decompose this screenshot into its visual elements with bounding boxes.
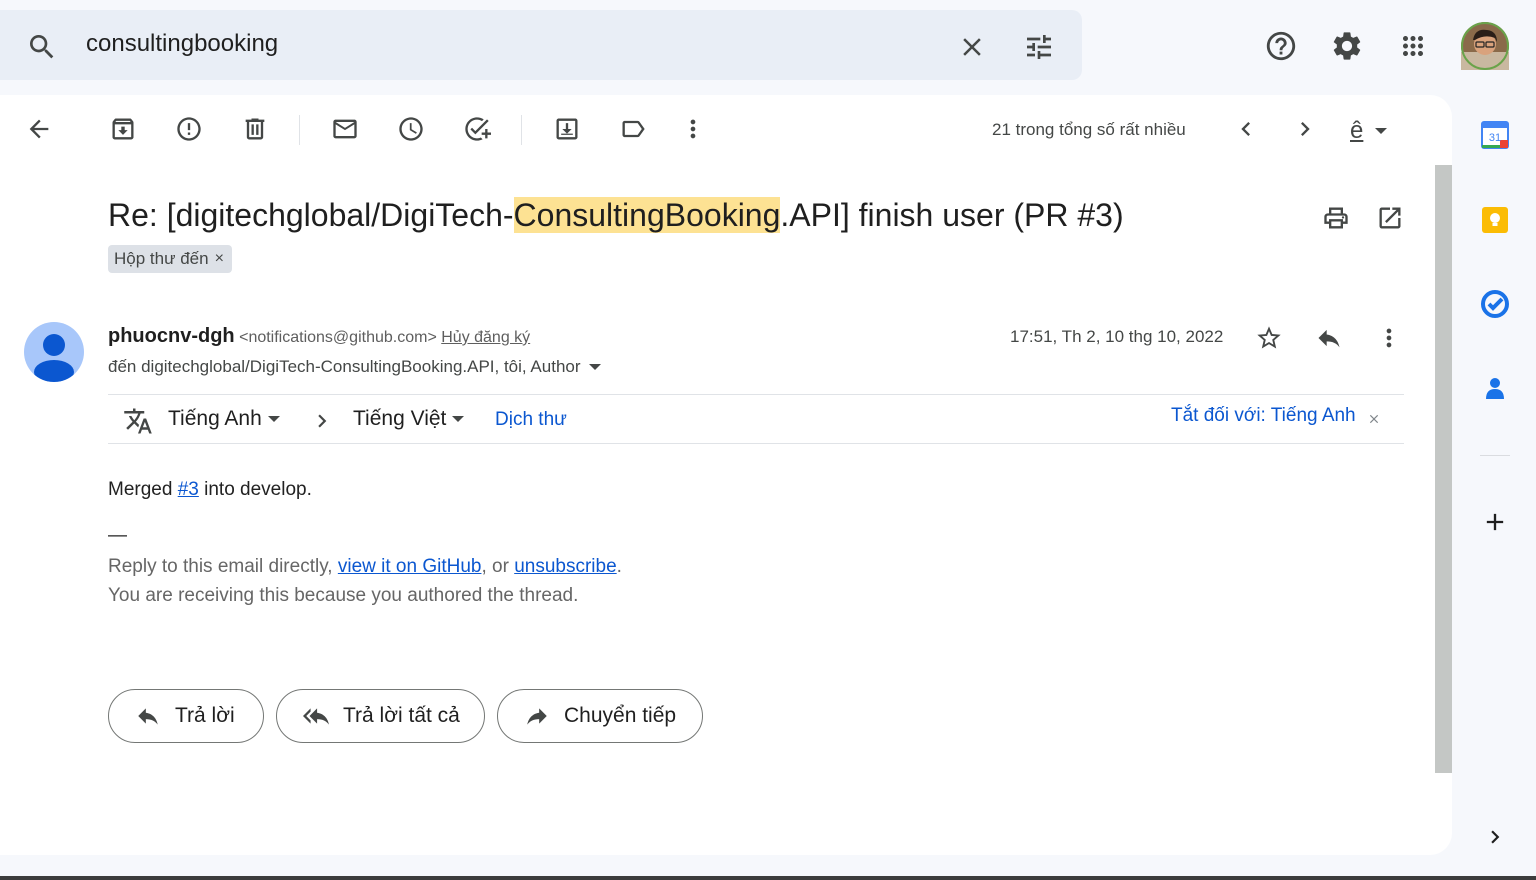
source-language-label: Tiếng Anh	[168, 407, 262, 430]
newer-chevron-left-icon[interactable]	[1230, 113, 1262, 145]
settings-gear-icon[interactable]	[1323, 22, 1371, 70]
subject-prefix: Re: [digitechglobal/DigiTech-	[108, 197, 514, 233]
target-language-select[interactable]: Tiếng Việt	[353, 407, 465, 431]
show-details-caret-icon[interactable]	[588, 363, 601, 371]
snooze-clock-icon[interactable]	[395, 113, 427, 145]
toolbar-divider	[299, 115, 300, 145]
reply-all-button[interactable]: Trả lời tất cả	[276, 689, 485, 743]
apps-grid-icon[interactable]	[1389, 22, 1437, 70]
label-tag-icon[interactable]	[617, 113, 649, 145]
forward-label: Chuyển tiếp	[564, 704, 677, 727]
older-chevron-right-icon[interactable]	[1289, 113, 1321, 145]
reply-icon[interactable]	[1314, 323, 1344, 353]
subject-highlight: ConsultingBooking	[513, 197, 781, 233]
mark-unread-mail-icon[interactable]	[329, 113, 361, 145]
sender-email: <notifications@github.com>	[239, 329, 437, 346]
email-subject: Re: [digitechglobal/DigiTech-ConsultingB…	[108, 197, 1124, 234]
keep-notes-icon[interactable]	[1478, 203, 1512, 237]
show-side-panel-chevron-icon[interactable]	[1478, 820, 1512, 854]
archive-icon[interactable]	[107, 113, 139, 145]
forward-icon	[524, 703, 550, 729]
caret-down-icon	[267, 415, 280, 423]
translate-message-link[interactable]: Dịch thư	[495, 409, 567, 431]
calendar-icon[interactable]: 31	[1478, 118, 1512, 152]
turn-off-translation-link[interactable]: Tắt đối với: Tiếng Anh	[1171, 405, 1356, 427]
body-merged-line: Merged #3 into develop.	[108, 479, 312, 501]
remove-label-icon[interactable]: ×	[215, 250, 224, 268]
unsubscribe-body-link[interactable]: unsubscribe	[514, 556, 616, 577]
more-vert-icon[interactable]	[677, 113, 709, 145]
reply-icon	[135, 703, 161, 729]
view-on-github-link[interactable]: view it on GitHub	[338, 556, 482, 577]
chevron-right-icon	[308, 407, 336, 435]
reply-all-icon	[303, 703, 329, 729]
add-task-icon[interactable]	[461, 113, 493, 145]
merged-prefix: Merged	[108, 479, 178, 500]
print-icon[interactable]	[1321, 203, 1351, 233]
reply-all-label: Trả lời tất cả	[343, 704, 460, 727]
report-spam-icon[interactable]	[173, 113, 205, 145]
translate-icon	[122, 405, 154, 437]
side-panel-divider	[1480, 455, 1510, 456]
reply-instructions-line: Reply to this email directly, view it on…	[108, 556, 622, 578]
search-bar	[0, 10, 1082, 80]
close-icon[interactable]	[1366, 411, 1382, 427]
caret-down-icon	[1375, 127, 1388, 135]
unsubscribe-link[interactable]: Hủy đăng ký	[441, 329, 530, 346]
reply-label: Trả lời	[175, 704, 235, 727]
sender-avatar	[24, 322, 84, 382]
sender-line: phuocnv-dgh <notifications@github.com> H…	[108, 325, 530, 348]
scrollbar-thumb[interactable]	[1435, 165, 1452, 773]
reply-suffix: .	[616, 556, 622, 577]
add-addon-plus-icon[interactable]	[1478, 505, 1512, 539]
translate-bar: Tiếng Anh Tiếng Việt Dịch thư Tắt đối vớ…	[108, 394, 1404, 444]
source-language-select[interactable]: Tiếng Anh	[168, 407, 280, 431]
email-date: 17:51, Th 2, 10 thg 10, 2022	[1010, 327, 1224, 346]
recipients-line[interactable]: đến digitechglobal/DigiTech-ConsultingBo…	[108, 357, 601, 377]
move-to-icon[interactable]	[551, 113, 583, 145]
contacts-icon[interactable]	[1478, 371, 1512, 405]
reply-button[interactable]: Trả lời	[108, 689, 264, 743]
help-icon[interactable]	[1257, 22, 1305, 70]
open-new-window-icon[interactable]	[1375, 203, 1405, 233]
input-tools-label: ê	[1350, 117, 1364, 144]
bottom-edge	[0, 876, 1536, 880]
merged-suffix: into develop.	[198, 479, 312, 500]
reply-prefix: Reply to this email directly,	[108, 556, 338, 577]
inbox-label-chip[interactable]: Hộp thư đến ×	[108, 245, 232, 273]
account-avatar[interactable]	[1461, 22, 1509, 70]
search-options-icon[interactable]	[1021, 31, 1057, 63]
calendar-day: 31	[1489, 132, 1501, 144]
delete-trash-icon[interactable]	[239, 113, 271, 145]
pager-count: 21 trong tổng số rất nhiều	[992, 120, 1186, 139]
star-icon[interactable]	[1254, 323, 1284, 353]
search-icon[interactable]	[26, 31, 58, 63]
caret-down-icon	[452, 415, 465, 423]
recipients-text: đến digitechglobal/DigiTech-ConsultingBo…	[108, 357, 581, 376]
receiving-reason: You are receiving this because you autho…	[108, 585, 579, 606]
clear-search-icon[interactable]	[956, 31, 988, 63]
label-text: Hộp thư đến	[114, 249, 209, 268]
input-tools-button[interactable]: ê	[1350, 115, 1400, 147]
signature-dash: —	[108, 525, 127, 546]
sender-name[interactable]: phuocnv-dgh	[108, 325, 235, 347]
toolbar-divider	[521, 115, 522, 145]
tasks-icon[interactable]	[1478, 287, 1512, 321]
pr-link[interactable]: #3	[178, 479, 199, 500]
forward-button[interactable]: Chuyển tiếp	[497, 689, 703, 743]
reply-middle: , or	[481, 556, 515, 577]
back-arrow-icon[interactable]	[23, 113, 55, 145]
email-view-card: 21 trong tổng số rất nhiều ê Re: [digite…	[0, 95, 1452, 855]
message-more-vert-icon[interactable]	[1374, 323, 1404, 353]
target-language-label: Tiếng Việt	[353, 407, 447, 430]
subject-suffix: .API] finish user (PR #3)	[780, 197, 1124, 233]
search-input[interactable]	[86, 30, 886, 58]
